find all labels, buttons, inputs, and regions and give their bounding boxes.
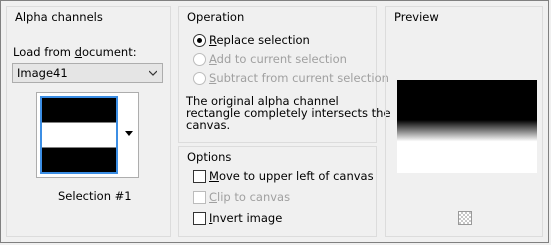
checkbox-invert-image-label[interactable]: Invert image (209, 211, 282, 225)
selection-caption: Selection #1 (58, 189, 132, 203)
preview-image (397, 80, 537, 173)
checkbox-move-to-upper-left[interactable] (193, 170, 206, 183)
selection-thumbnail-dropdown[interactable] (121, 92, 139, 178)
operation-info-line-3: canvas. (186, 118, 231, 132)
radio-replace-selection[interactable] (193, 34, 206, 47)
selection-thumbnail[interactable] (36, 92, 122, 178)
checkbox-clip-to-canvas[interactable] (193, 191, 206, 204)
alpha-channels-title: Alpha channels (15, 10, 103, 24)
load-from-document-label: Load from document: (13, 45, 137, 59)
preview-title: Preview (394, 10, 439, 24)
document-select-value: Image41 (17, 66, 68, 80)
radio-subtract-from-selection-label[interactable]: Subtract from current selection (209, 71, 389, 85)
checkbox-invert-image[interactable] (193, 212, 206, 225)
operation-title: Operation (187, 10, 245, 24)
radio-subtract-from-selection[interactable] (193, 72, 206, 85)
options-title: Options (187, 150, 232, 164)
chevron-down-icon (149, 70, 157, 76)
radio-add-to-selection[interactable] (193, 53, 206, 66)
document-select[interactable]: Image41 (12, 63, 163, 83)
radio-replace-selection-label[interactable]: Replace selection (209, 33, 310, 47)
checkbox-move-to-upper-left-label[interactable]: Move to upper left of canvas (209, 169, 374, 183)
dropdown-arrow-icon (125, 131, 133, 136)
checkbox-clip-to-canvas-label[interactable]: Clip to canvas (209, 190, 290, 204)
selection-thumbnail-image (40, 96, 118, 174)
radio-add-to-selection-label[interactable]: Add to current selection (209, 52, 347, 66)
zoom-grid-icon[interactable] (458, 211, 472, 225)
